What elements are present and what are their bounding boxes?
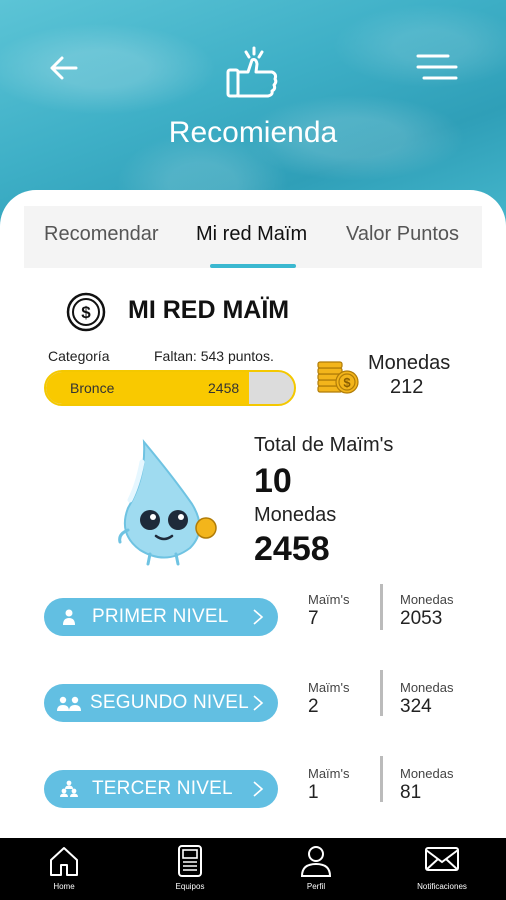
nav-home-label: Home [53, 882, 75, 891]
nav-equipos[interactable]: Equipos [150, 842, 230, 898]
nav-notificaciones[interactable]: Notificaciones [402, 842, 482, 898]
chevron-right-icon [253, 609, 264, 625]
divider [380, 756, 383, 802]
person-icon [63, 609, 75, 625]
category-progress-bar: Bronce 2458 [44, 370, 296, 406]
dollar-coin-icon: $ [66, 292, 106, 332]
nav-equipos-label: Equipos [175, 882, 205, 891]
level3-coins-label: Monedas [400, 766, 454, 781]
back-button[interactable] [46, 52, 82, 84]
level1-coins-value: 2053 [400, 608, 443, 629]
divider [380, 670, 383, 716]
tab-mi-red[interactable]: Mi red Maïm [186, 223, 317, 246]
category-points: 2458 [208, 380, 240, 396]
nav-perfil-label: Perfil [306, 882, 326, 891]
mail-icon [425, 847, 459, 871]
total-coins-label: Monedas [254, 504, 337, 526]
arrow-left-icon [50, 56, 78, 80]
level3-maims-value: 1 [308, 782, 319, 803]
bottom-nav: Home Equipos Perfil Notificaciones [0, 838, 506, 900]
active-tab-indicator [210, 264, 296, 268]
page-title: Recomienda [168, 116, 338, 149]
remaining-points-label: Faltan: 543 puntos. [154, 348, 274, 364]
third-level-button[interactable]: TERCER NIVEL [44, 770, 278, 808]
nav-home[interactable]: Home [24, 842, 104, 898]
tab-valor-puntos[interactable]: Valor Puntos [336, 223, 469, 246]
level2-coins-value: 324 [400, 696, 432, 717]
total-coins-value: 2458 [254, 530, 330, 568]
first-level-button[interactable]: PRIMER NIVEL [44, 598, 278, 636]
home-icon [50, 847, 78, 876]
category-label: Categoría [48, 348, 110, 364]
tab-bar: Recomendar Mi red Maïm Valor Puntos [24, 206, 482, 268]
level1-maims-label: Maïm's [308, 592, 350, 607]
chevron-right-icon [253, 781, 264, 797]
level3-coins-value: 81 [400, 782, 422, 803]
level2-coins-label: Monedas [400, 680, 454, 695]
level3-maims-label: Maïm's [308, 766, 350, 781]
level2-maims-value: 2 [308, 696, 319, 717]
level1-maims-value: 7 [308, 608, 319, 629]
third-level-label: TERCER NIVEL [92, 778, 233, 799]
nav-notificaciones-label: Notificaciones [417, 882, 467, 891]
section-title: MI RED MAÏM [128, 296, 290, 324]
svg-text:$: $ [81, 303, 91, 322]
nav-perfil[interactable]: Perfil [276, 842, 356, 898]
category-name: Bronce [70, 380, 115, 396]
thumbs-up-icon [224, 44, 282, 102]
coins-stack-icon: $ [316, 356, 360, 396]
content-card: Recomendar Mi red Maïm Valor Puntos $ MI… [0, 190, 506, 840]
coins-label: Monedas [368, 352, 451, 374]
coins-value: 212 [390, 376, 424, 398]
level2-maims-label: Maïm's [308, 680, 350, 695]
svg-text:$: $ [343, 375, 351, 390]
water-drop-mascot [114, 438, 224, 568]
second-level-label: SEGUNDO NIVEL [90, 692, 249, 713]
two-people-icon [57, 696, 81, 711]
tab-recomendar[interactable]: Recomendar [34, 223, 169, 246]
total-maims-value: 10 [254, 462, 292, 500]
divider [380, 584, 383, 630]
second-level-button[interactable]: SEGUNDO NIVEL [44, 684, 278, 722]
total-maims-label: Total de Maïm's [254, 434, 394, 456]
menu-icon [416, 54, 458, 80]
equipment-icon [178, 845, 202, 877]
three-people-icon [60, 780, 78, 797]
chevron-right-icon [253, 695, 264, 711]
profile-icon [300, 846, 332, 877]
menu-button[interactable] [414, 50, 460, 84]
first-level-label: PRIMER NIVEL [92, 606, 229, 627]
level1-coins-label: Monedas [400, 592, 454, 607]
